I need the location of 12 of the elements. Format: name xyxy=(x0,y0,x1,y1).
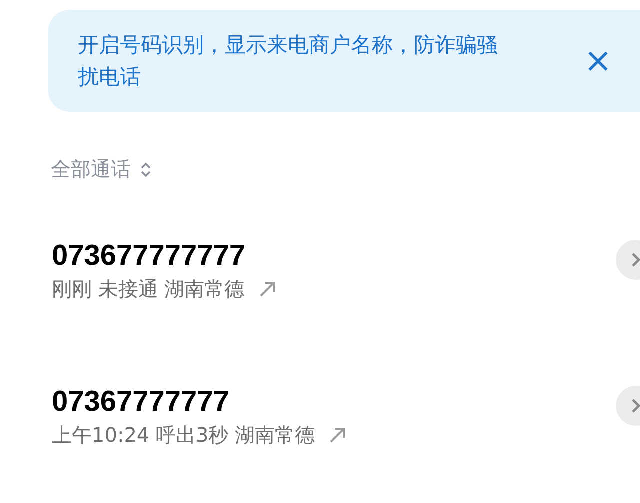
outgoing-arrow-icon xyxy=(329,426,348,444)
chevron-right-icon xyxy=(630,252,640,268)
sort-chevron-icon[interactable] xyxy=(141,162,151,178)
filter-label[interactable]: 全部通话 xyxy=(51,156,131,183)
phone-number: 07367777777 xyxy=(52,384,230,420)
close-button[interactable]: × xyxy=(584,44,612,78)
outgoing-arrow-icon xyxy=(258,280,277,298)
notice-text: 开启号码识别，显示来电商户名称，防诈骗骚扰电话 xyxy=(78,32,499,91)
call-details: 刚刚 未接通 湖南常德 xyxy=(52,276,245,302)
call-details: 上午10:24 呼出3秒 湖南常德 xyxy=(52,422,316,448)
chevron-right-icon xyxy=(630,398,640,414)
phone-number: 073677777777 xyxy=(52,238,247,274)
